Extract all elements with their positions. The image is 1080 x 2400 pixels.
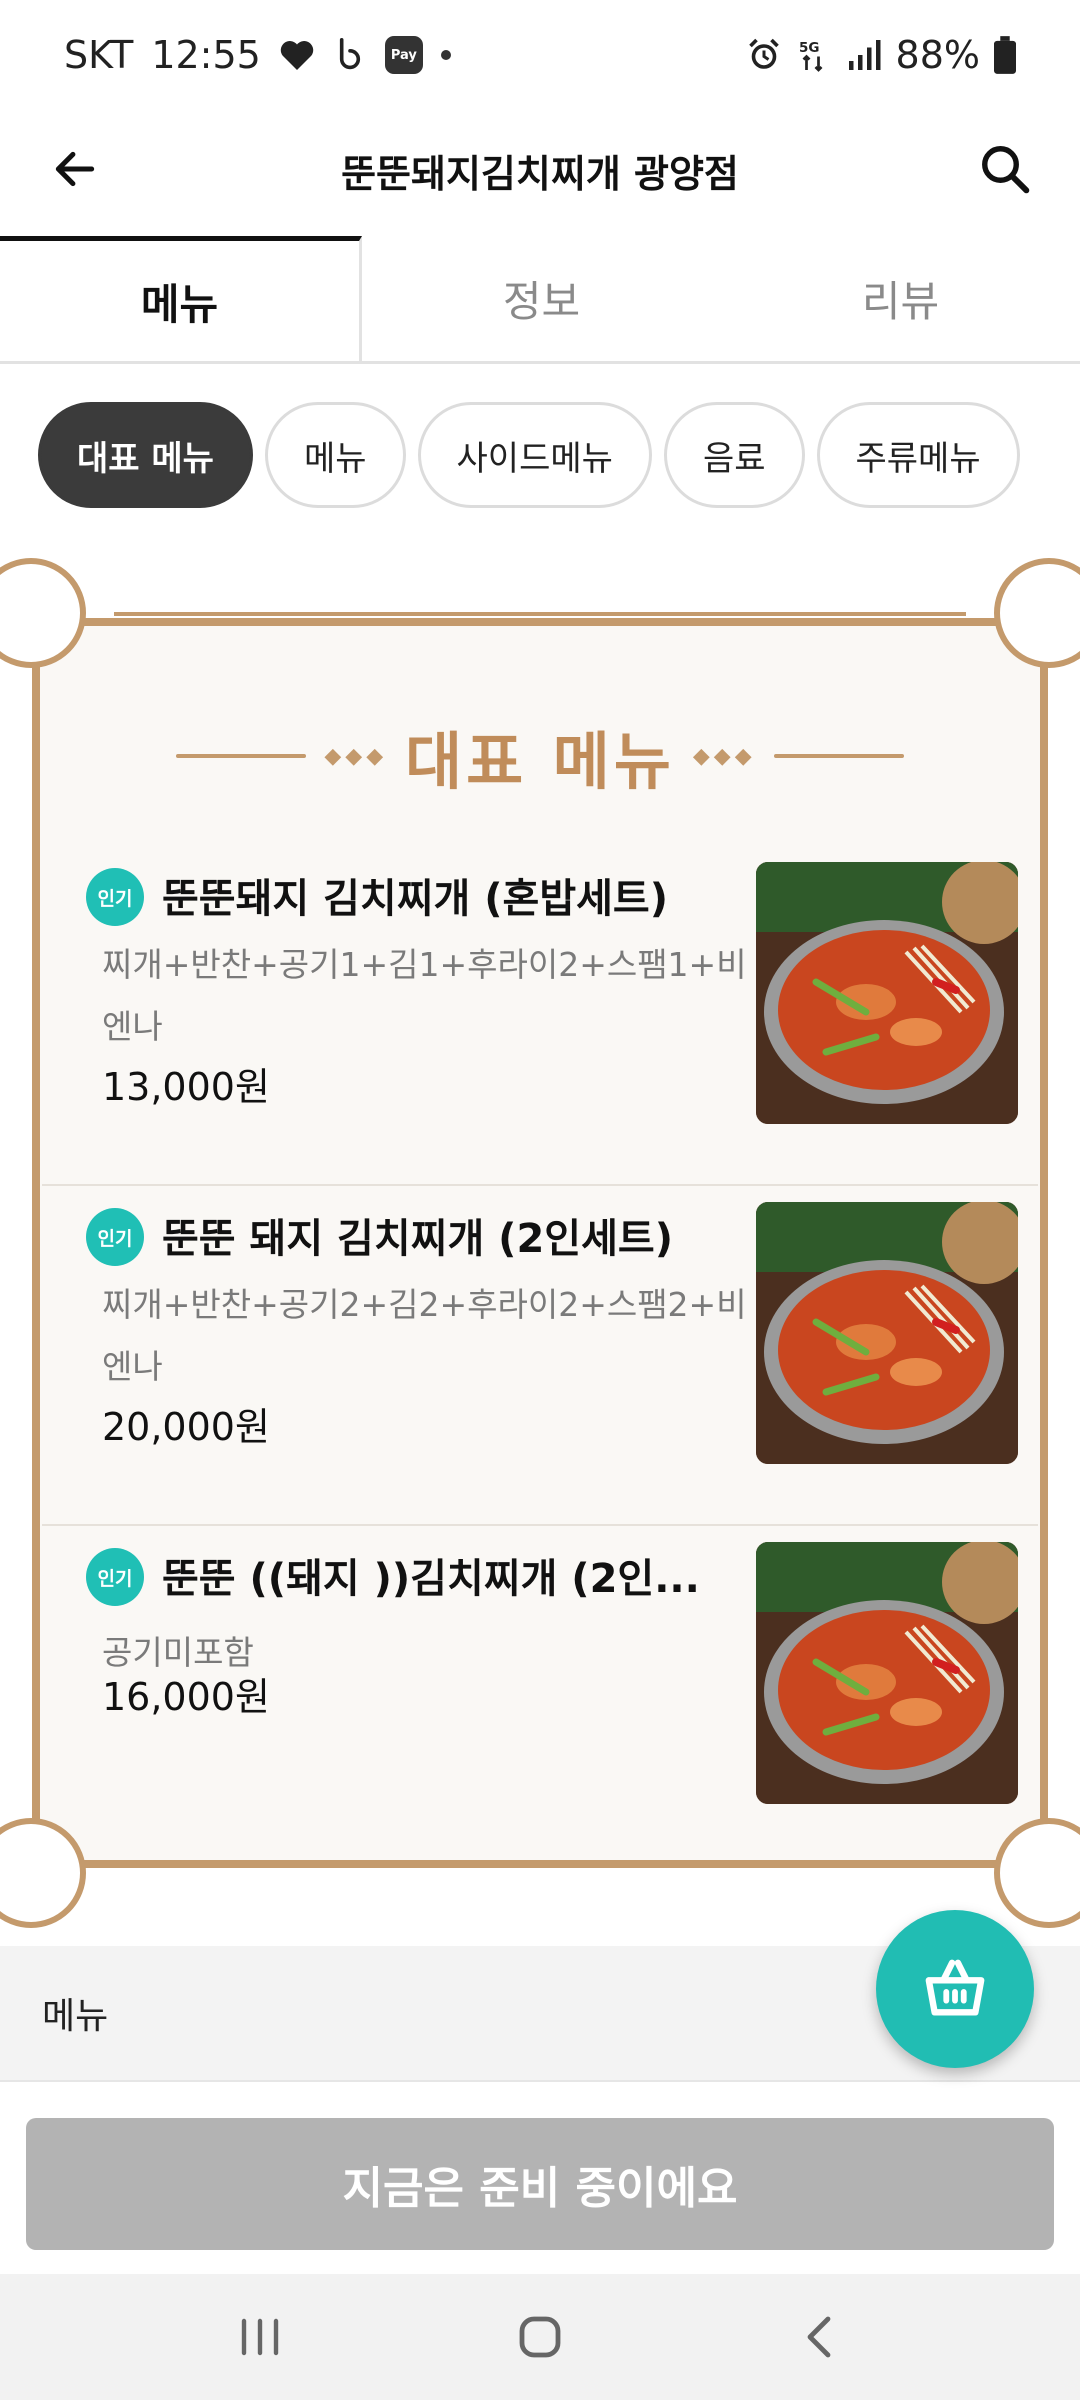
- more-notifications-icon: [440, 50, 451, 60]
- chip-menu[interactable]: 메뉴: [264, 402, 406, 508]
- popular-badge: 인기: [86, 1208, 144, 1266]
- ornament-line: [773, 754, 904, 758]
- popular-badge: 인기: [86, 1548, 144, 1606]
- alarm-icon: [746, 37, 782, 73]
- menu-item-price: 20,000원: [102, 1405, 270, 1449]
- menu-item-photo: [756, 862, 1018, 1124]
- home-icon: [519, 2316, 561, 2358]
- system-nav-bar: [0, 2274, 1080, 2400]
- board-title: 대표 메뉴: [405, 725, 675, 798]
- recent-apps-icon: [241, 2318, 279, 2356]
- menu-item-list: 인기 뚠뚠돼지 김치찌개 (혼밥세트) 찌개+반찬+공기1+김1+후라이2+스팸…: [42, 846, 1038, 1866]
- pay-icon: Pay: [384, 36, 423, 74]
- category-chips: 대표 메뉴 메뉴 사이드메뉴 음료 주류메뉴: [38, 402, 1020, 508]
- chip-drinks[interactable]: 음료: [663, 402, 805, 508]
- menu-item-price: 13,000원: [102, 1065, 270, 1109]
- carrier-label: SKT: [64, 33, 134, 77]
- search-icon: [982, 146, 1030, 194]
- menu-item[interactable]: 인기 뚠뚠 ((돼지 ))김치찌개 (2인... 공기미포함 16,000원: [42, 1526, 1038, 1866]
- heart-icon: [279, 38, 315, 72]
- menu-item[interactable]: 인기 뚠뚠 돼지 김치찌개 (2인세트) 찌개+반찬+공기2+김2+후라이2+스…: [42, 1186, 1038, 1526]
- tab-menu[interactable]: 메뉴: [0, 236, 362, 361]
- status-left: SKT 12:55 Pay: [64, 33, 451, 77]
- battery-icon: [994, 36, 1016, 74]
- search-button[interactable]: [972, 136, 1038, 202]
- board-title-row: ◆◆◆ 대표 메뉴 ◆◆◆: [18, 716, 1062, 798]
- menu-item-photo: [756, 1542, 1018, 1804]
- network-5g-icon: 5G: [796, 37, 832, 73]
- status-bar: SKT 12:55 Pay 5G 88%: [0, 0, 1080, 110]
- back-button[interactable]: [42, 136, 108, 202]
- chip-side-menu[interactable]: 사이드메뉴: [417, 402, 652, 508]
- menu-item-name: 뚠뚠돼지 김치찌개 (혼밥세트): [162, 876, 669, 922]
- tab-info[interactable]: 정보: [362, 236, 721, 361]
- store-tabs: 메뉴 정보 리뷰: [0, 236, 1080, 364]
- status-right: 5G 88%: [746, 33, 1016, 77]
- ornament-line: [176, 754, 307, 758]
- ornament-diamonds: ◆◆◆: [692, 743, 756, 769]
- menu-section-label: 메뉴: [42, 1996, 109, 2037]
- menu-item-price: 16,000원: [102, 1675, 270, 1719]
- chip-signature-menu[interactable]: 대표 메뉴: [38, 402, 253, 508]
- menu-item[interactable]: 인기 뚠뚠돼지 김치찌개 (혼밥세트) 찌개+반찬+공기1+김1+후라이2+스팸…: [42, 846, 1038, 1186]
- popular-badge: 인기: [86, 868, 144, 926]
- nav-back-icon: [807, 2316, 831, 2358]
- page-title: 뚠뚠돼지김치찌개 광양점: [341, 151, 739, 196]
- basket-icon: [925, 1959, 985, 2016]
- menu-item-photo: [756, 1202, 1018, 1464]
- arrow-left-icon: [55, 151, 95, 187]
- menu-item-description: 찌개+반찬+공기2+김2+후라이2+스팸2+비엔나: [102, 1285, 747, 1386]
- recent-apps-button[interactable]: [200, 2297, 320, 2377]
- signal-icon: [846, 38, 882, 72]
- signature-menu-board: ◆◆◆ 대표 메뉴 ◆◆◆ 인기 뚠뚠돼지 김치찌개 (혼밥세트) 찌개+반찬+…: [0, 558, 1080, 1928]
- menu-item-name: 뚠뚠 ((돼지 ))김치찌개 (2인...: [162, 1556, 700, 1602]
- app-header: 뚠뚠돼지김치찌개 광양점: [0, 110, 1080, 230]
- home-button[interactable]: [480, 2297, 600, 2377]
- menu-item-name: 뚠뚠 돼지 김치찌개 (2인세트): [162, 1216, 673, 1262]
- order-unavailable-button[interactable]: 지금은 준비 중이에요: [26, 2118, 1054, 2250]
- cart-button[interactable]: [876, 1910, 1034, 2068]
- nav-back-button[interactable]: [760, 2297, 880, 2377]
- chip-alcohol-menu[interactable]: 주류메뉴: [816, 402, 1020, 508]
- tab-reviews[interactable]: 리뷰: [721, 236, 1080, 361]
- board-divider: [114, 612, 966, 616]
- b-app-icon: [333, 37, 367, 73]
- svg-text:5G: 5G: [799, 40, 819, 56]
- time-label: 12:55: [151, 33, 261, 77]
- ornament-diamonds: ◆◆◆: [324, 743, 388, 769]
- menu-item-description: 찌개+반찬+공기1+김1+후라이2+스팸1+비엔나: [102, 945, 747, 1046]
- battery-percent: 88%: [895, 33, 980, 77]
